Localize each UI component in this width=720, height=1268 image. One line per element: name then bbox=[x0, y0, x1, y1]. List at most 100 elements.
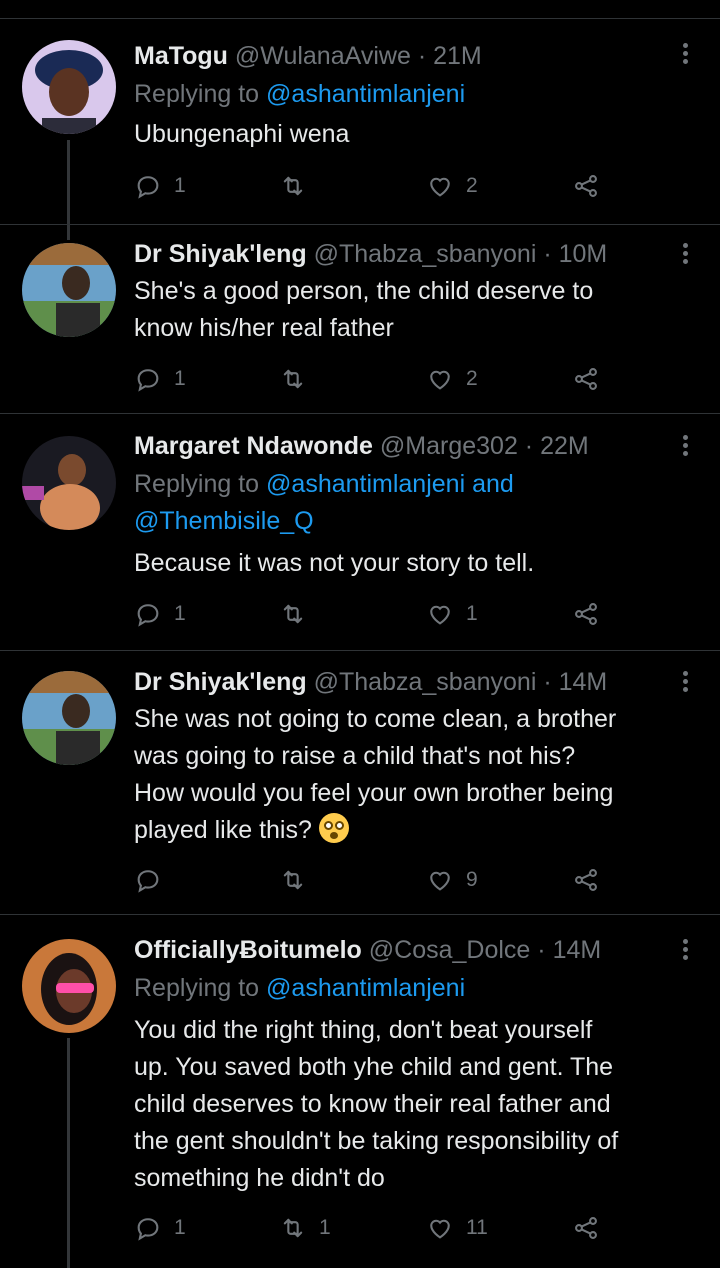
display-name[interactable]: Margaret Ndawonde bbox=[134, 432, 373, 460]
timestamp[interactable]: 10M bbox=[559, 240, 608, 268]
tweet-5[interactable]: OfficiallyɃoitumelo @Cosa_Dolce · 14M Re… bbox=[0, 934, 720, 1268]
replying-to: Replying to @ashantimlanjeni bbox=[134, 80, 466, 108]
tweet-4[interactable]: Dr Shiyak'leng @Thabza_sbanyoni · 14M Sh… bbox=[0, 666, 720, 904]
replying-to-2: @Thembisile_Q bbox=[134, 503, 314, 540]
reply-button[interactable]: 1 bbox=[134, 1212, 186, 1244]
avatar[interactable] bbox=[22, 436, 116, 530]
retweet-count: 1 bbox=[319, 1216, 331, 1239]
reply-count: 1 bbox=[174, 602, 186, 625]
share-button[interactable] bbox=[572, 170, 600, 202]
like-button[interactable]: 11 bbox=[426, 1212, 488, 1244]
tweet-2[interactable]: Dr Shiyak'leng @Thabza_sbanyoni · 10M Sh… bbox=[0, 238, 720, 403]
timestamp[interactable]: 22M bbox=[540, 432, 589, 460]
divider bbox=[0, 224, 720, 225]
reply-button[interactable]: 1 bbox=[134, 598, 186, 630]
heart-icon bbox=[426, 365, 454, 393]
mention-link[interactable]: @ashantimlanjeni bbox=[266, 80, 465, 108]
heart-icon bbox=[426, 172, 454, 200]
heart-icon bbox=[426, 1214, 454, 1242]
tweet-text: Ubungenaphi wena bbox=[134, 120, 350, 148]
thread-line bbox=[67, 1038, 70, 1268]
avatar[interactable] bbox=[22, 939, 116, 1033]
reply-button[interactable]: 1 bbox=[134, 363, 186, 395]
share-icon bbox=[572, 1214, 600, 1242]
tweet-header: Margaret Ndawonde @Marge302 · 22M bbox=[134, 432, 589, 460]
avatar[interactable] bbox=[22, 40, 116, 134]
share-button[interactable] bbox=[572, 1212, 600, 1244]
reply-count: 1 bbox=[174, 367, 186, 390]
avatar[interactable] bbox=[22, 243, 116, 337]
mention-link[interactable]: @ashantimlanjeni bbox=[266, 974, 465, 1002]
user-handle[interactable]: @Thabza_sbanyoni bbox=[314, 240, 537, 268]
user-handle[interactable]: @Cosa_Dolce bbox=[369, 936, 531, 964]
reply-button[interactable]: 1 bbox=[134, 170, 186, 202]
retweet-icon bbox=[279, 365, 307, 393]
more-dots-icon[interactable] bbox=[676, 240, 694, 268]
more-dots-icon[interactable] bbox=[676, 668, 694, 696]
tweet-3[interactable]: Margaret Ndawonde @Marge302 · 22M Replyi… bbox=[0, 430, 720, 640]
like-count: 9 bbox=[466, 868, 478, 891]
tweet-text: Because it was not your story to tell. bbox=[134, 549, 535, 577]
retweet-button[interactable]: 1 bbox=[279, 1212, 331, 1244]
more-dots-icon[interactable] bbox=[676, 432, 694, 460]
share-button[interactable] bbox=[572, 598, 600, 630]
share-button[interactable] bbox=[572, 864, 600, 896]
share-button[interactable] bbox=[572, 363, 600, 395]
user-handle[interactable]: @Marge302 bbox=[380, 432, 518, 460]
action-bar: 9 bbox=[134, 864, 614, 896]
reply-icon bbox=[134, 1214, 162, 1242]
divider bbox=[0, 413, 720, 414]
share-icon bbox=[572, 866, 600, 894]
top-divider bbox=[0, 18, 720, 19]
user-handle[interactable]: @Thabza_sbanyoni bbox=[314, 668, 537, 696]
display-name[interactable]: OfficiallyɃoitumelo bbox=[134, 936, 362, 964]
action-bar: 11 bbox=[134, 598, 614, 630]
tweet-text: She was not going to come clean, a broth… bbox=[134, 705, 617, 844]
retweet-icon bbox=[279, 600, 307, 628]
reply-button[interactable] bbox=[134, 864, 174, 896]
reply-icon bbox=[134, 365, 162, 393]
action-bar: 1 1 11 bbox=[134, 1212, 614, 1244]
flushed-face-emoji bbox=[318, 813, 349, 843]
tweet-text: She's a good person, the child deserve t… bbox=[134, 277, 594, 342]
like-count: 2 bbox=[466, 174, 478, 197]
mention-link[interactable]: @ashantimlanjeni and bbox=[266, 470, 514, 498]
retweet-button[interactable] bbox=[279, 170, 319, 202]
like-count: 2 bbox=[466, 367, 478, 390]
replying-to: Replying to @ashantimlanjeni and bbox=[134, 470, 514, 498]
user-handle[interactable]: @WulanaAviwe bbox=[235, 42, 411, 70]
retweet-button[interactable] bbox=[279, 363, 319, 395]
like-button[interactable]: 2 bbox=[426, 363, 478, 395]
tweet-header: Dr Shiyak'leng @Thabza_sbanyoni · 14M bbox=[134, 668, 608, 696]
heart-icon bbox=[426, 866, 454, 894]
thread-line bbox=[67, 140, 70, 240]
action-bar: 12 bbox=[134, 170, 614, 202]
timestamp[interactable]: 21M bbox=[433, 42, 482, 70]
tweet-1[interactable]: MaTogu @WulanaAviwe · 21M Replying to @a… bbox=[0, 40, 720, 240]
mention-link[interactable]: @Thembisile_Q bbox=[134, 507, 314, 535]
like-button[interactable]: 2 bbox=[426, 170, 478, 202]
heart-icon bbox=[426, 600, 454, 628]
retweet-button[interactable] bbox=[279, 864, 319, 896]
like-button[interactable]: 1 bbox=[426, 598, 478, 630]
more-dots-icon[interactable] bbox=[676, 40, 694, 68]
retweet-button[interactable] bbox=[279, 598, 319, 630]
action-bar: 12 bbox=[134, 363, 614, 395]
display-name[interactable]: Dr Shiyak'leng bbox=[134, 240, 307, 268]
reply-count: 1 bbox=[174, 174, 186, 197]
reply-icon bbox=[134, 600, 162, 628]
share-icon bbox=[572, 600, 600, 628]
like-button[interactable]: 9 bbox=[426, 864, 478, 896]
timestamp[interactable]: 14M bbox=[553, 936, 602, 964]
divider bbox=[0, 650, 720, 651]
display-name[interactable]: Dr Shiyak'leng bbox=[134, 668, 307, 696]
more-dots-icon[interactable] bbox=[676, 936, 694, 964]
timestamp[interactable]: 14M bbox=[559, 668, 608, 696]
share-icon bbox=[572, 172, 600, 200]
display-name[interactable]: MaTogu bbox=[134, 42, 228, 70]
tweet-header: MaTogu @WulanaAviwe · 21M bbox=[134, 42, 482, 70]
reply-icon bbox=[134, 866, 162, 894]
avatar[interactable] bbox=[22, 671, 116, 765]
retweet-icon bbox=[279, 1214, 307, 1242]
tweet-header: OfficiallyɃoitumelo @Cosa_Dolce · 14M bbox=[134, 936, 602, 964]
